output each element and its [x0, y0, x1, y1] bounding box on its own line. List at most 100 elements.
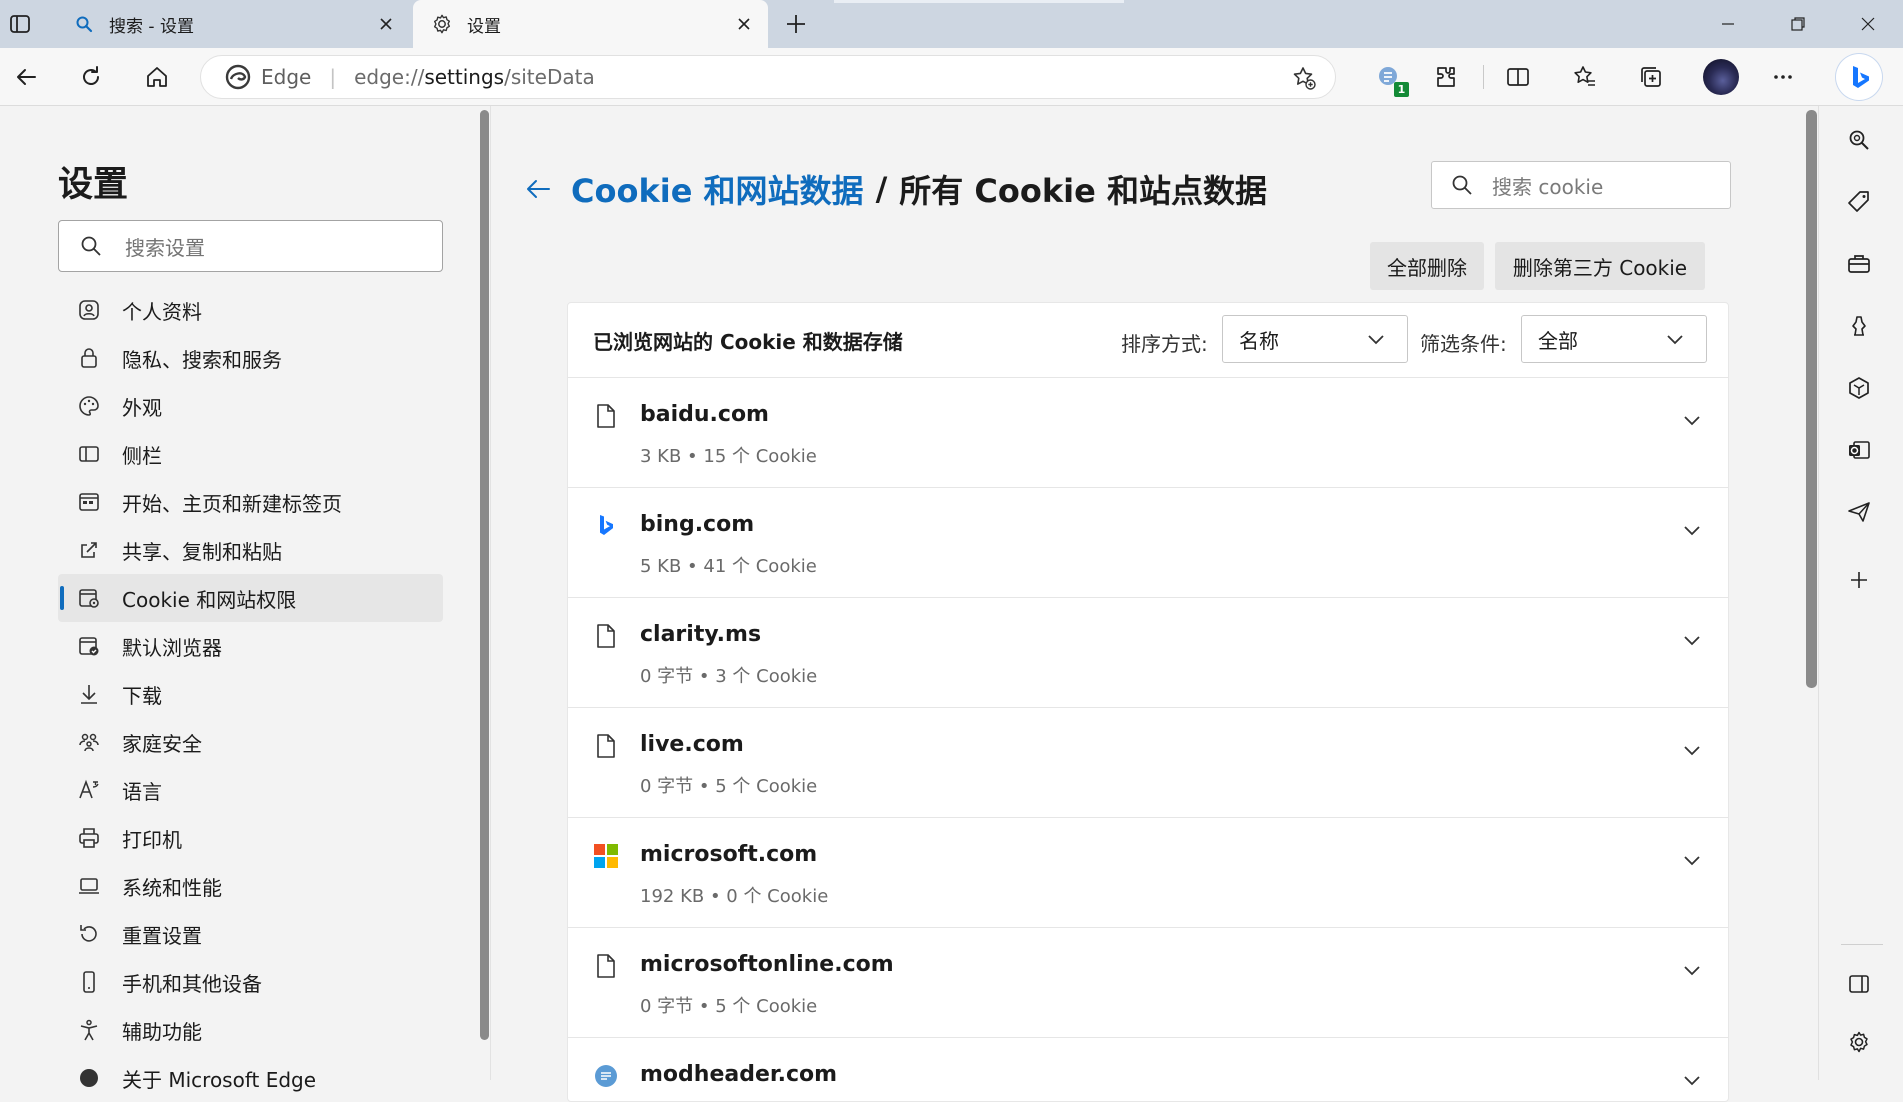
- laptop-icon: [76, 873, 102, 899]
- extension-modheader-icon[interactable]: 1: [1371, 59, 1409, 97]
- add-favorite-icon[interactable]: [1291, 65, 1317, 91]
- chevron-down-icon[interactable]: [1680, 408, 1704, 432]
- settings-nav: 设置 搜索设置 个人资料 隐私、搜索和服务 外观 侧栏 开始、主页和新建标签页: [0, 106, 480, 1092]
- tab-strip: 搜索 - 设置 设置: [0, 0, 1903, 48]
- chevron-down-icon[interactable]: [1680, 518, 1704, 542]
- add-sidebar-app-icon[interactable]: [1839, 560, 1879, 600]
- favorites-icon[interactable]: [1567, 59, 1603, 95]
- nav-item-accessibility[interactable]: 辅助功能: [58, 1006, 443, 1054]
- sidebar-settings-icon[interactable]: [1839, 1022, 1879, 1062]
- back-arrow-icon[interactable]: [521, 172, 555, 206]
- modheader-icon: [592, 1062, 620, 1090]
- site-meta: 3 KB • 15 个 Cookie: [640, 446, 817, 467]
- sort-value: 名称: [1239, 328, 1279, 353]
- site-row-modheader[interactable]: modheader.com: [568, 1038, 1728, 1101]
- chevron-down-icon[interactable]: [1680, 738, 1704, 762]
- home-page-icon: [76, 489, 102, 515]
- extensions-puzzle-icon[interactable]: [1428, 59, 1464, 95]
- filter-dropdown[interactable]: 全部: [1521, 315, 1707, 363]
- site-row-microsoft[interactable]: microsoft.com 192 KB • 0 个 Cookie: [568, 818, 1728, 928]
- search-icon: [1450, 173, 1474, 197]
- send-icon[interactable]: [1839, 492, 1879, 532]
- address-bar[interactable]: Edge | edge://settings/siteData: [200, 55, 1336, 99]
- chevron-down-icon[interactable]: [1680, 1068, 1704, 1092]
- nav-item-label: 语言: [122, 779, 162, 804]
- close-window-icon[interactable]: [1833, 0, 1903, 48]
- nav-item-label: 下载: [122, 683, 162, 708]
- close-tab-icon[interactable]: [372, 10, 400, 38]
- nav-item-default-browser[interactable]: 默认浏览器: [58, 622, 443, 670]
- home-icon[interactable]: [139, 59, 175, 95]
- cookie-search-input[interactable]: 搜索 cookie: [1431, 161, 1731, 209]
- nav-item-about[interactable]: 关于 Microsoft Edge: [58, 1054, 443, 1102]
- nav-item-family[interactable]: 家庭安全: [58, 718, 443, 766]
- profile-avatar[interactable]: [1703, 59, 1739, 95]
- site-row-live[interactable]: live.com 0 字节 • 5 个 Cookie: [568, 708, 1728, 818]
- chevron-down-icon: [1664, 328, 1686, 350]
- nav-item-reset[interactable]: 重置设置: [58, 910, 443, 958]
- document-icon: [592, 732, 620, 760]
- site-row-bing[interactable]: bing.com 5 KB • 41 个 Cookie: [568, 488, 1728, 598]
- phone-icon: [76, 969, 102, 995]
- chevron-down-icon[interactable]: [1680, 848, 1704, 872]
- site-row-baidu[interactable]: baidu.com 3 KB • 15 个 Cookie: [568, 378, 1728, 488]
- sort-label: 排序方式:: [1121, 332, 1208, 356]
- search-icon: [73, 13, 95, 35]
- close-tab-icon[interactable]: [730, 10, 758, 38]
- tab-search-settings[interactable]: 搜索 - 设置: [55, 0, 410, 48]
- breadcrumb-link[interactable]: Cookie 和网站数据: [571, 166, 864, 212]
- microsoft-365-icon[interactable]: [1839, 368, 1879, 408]
- nav-item-printers[interactable]: 打印机: [58, 814, 443, 862]
- site-meta: 0 字节 • 5 个 Cookie: [640, 996, 818, 1017]
- cookie-permissions-icon: [76, 585, 102, 611]
- more-options-icon[interactable]: [1765, 59, 1801, 95]
- extension-badge: 1: [1394, 82, 1409, 97]
- refresh-icon[interactable]: [73, 59, 109, 95]
- split-screen-icon[interactable]: [1500, 59, 1536, 95]
- search-icon: [79, 234, 103, 258]
- outlook-icon[interactable]: [1839, 430, 1879, 470]
- hide-sidebar-icon[interactable]: [1839, 964, 1879, 1004]
- nav-item-start-home[interactable]: 开始、主页和新建标签页: [58, 478, 443, 526]
- new-tab-icon[interactable]: [782, 10, 810, 38]
- back-icon[interactable]: [8, 59, 44, 95]
- chevron-down-icon[interactable]: [1680, 628, 1704, 652]
- games-icon[interactable]: [1839, 306, 1879, 346]
- settings-main: Cookie 和网站数据 / 所有 Cookie 和站点数据 搜索 cookie…: [491, 106, 1811, 1102]
- site-domain: baidu.com: [640, 402, 769, 427]
- tab-settings[interactable]: 设置: [413, 0, 768, 48]
- nav-item-appearance[interactable]: 外观: [58, 382, 443, 430]
- address-scheme: edge://: [354, 65, 425, 89]
- delete-third-party-button[interactable]: 删除第三方 Cookie: [1495, 242, 1705, 290]
- collections-icon[interactable]: [1633, 59, 1669, 95]
- nav-item-privacy[interactable]: 隐私、搜索和服务: [58, 334, 443, 382]
- minimize-icon[interactable]: [1693, 0, 1763, 48]
- restore-icon[interactable]: [1763, 0, 1833, 48]
- nav-scrollbar[interactable]: [480, 110, 489, 1040]
- main-scrollbar[interactable]: [1806, 110, 1817, 688]
- site-row-clarity[interactable]: clarity.ms 0 字节 • 3 个 Cookie: [568, 598, 1728, 708]
- sidebar-search-icon[interactable]: [1839, 120, 1879, 160]
- site-domain: microsoftonline.com: [640, 952, 894, 977]
- delete-all-button[interactable]: 全部删除: [1370, 242, 1484, 290]
- site-row-microsoftonline[interactable]: microsoftonline.com 0 字节 • 5 个 Cookie: [568, 928, 1728, 1038]
- nav-item-language[interactable]: 语言: [58, 766, 443, 814]
- nav-item-phone[interactable]: 手机和其他设备: [58, 958, 443, 1006]
- nav-item-cookies[interactable]: Cookie 和网站权限: [58, 574, 443, 622]
- shopping-tag-icon[interactable]: [1839, 182, 1879, 222]
- tab-actions-icon[interactable]: [6, 10, 34, 38]
- nav-item-sidebar[interactable]: 侧栏: [58, 430, 443, 478]
- bing-icon: [592, 512, 620, 540]
- nav-item-downloads[interactable]: 下载: [58, 670, 443, 718]
- nav-item-share[interactable]: 共享、复制和粘贴: [58, 526, 443, 574]
- sort-dropdown[interactable]: 名称: [1222, 315, 1408, 363]
- tools-briefcase-icon[interactable]: [1839, 244, 1879, 284]
- nav-item-label: 系统和性能: [122, 875, 222, 900]
- nav-item-profile[interactable]: 个人资料: [58, 286, 443, 334]
- settings-search-input[interactable]: 搜索设置: [58, 220, 443, 272]
- edge-icon: [76, 1065, 102, 1091]
- chevron-down-icon[interactable]: [1680, 958, 1704, 982]
- nav-item-system[interactable]: 系统和性能: [58, 862, 443, 910]
- address-separator: |: [329, 65, 337, 89]
- bing-chat-icon[interactable]: [1836, 54, 1882, 100]
